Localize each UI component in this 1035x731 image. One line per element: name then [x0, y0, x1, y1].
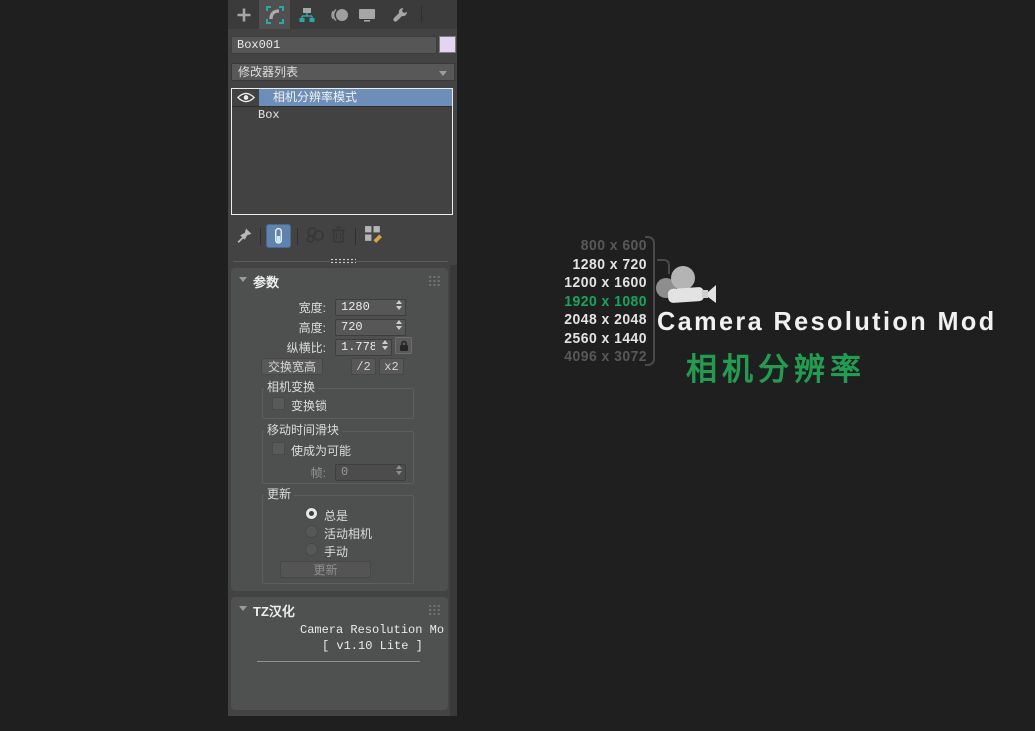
motion-icon — [330, 7, 349, 23]
update-button[interactable]: 更新 — [280, 561, 371, 578]
object-name-input[interactable] — [231, 36, 437, 54]
viewport-background: 修改器列表 相机分辨率模式 Box — [0, 0, 1035, 731]
modifier-list-label: 修改器列表 — [238, 65, 298, 79]
credit-line-2: [ v1.10 Lite ] — [322, 639, 423, 653]
transform-lock-label: 变换锁 — [291, 397, 327, 414]
modifier-stack: 相机分辨率模式 Box — [231, 88, 453, 215]
aspect-lock-button[interactable] — [395, 337, 412, 354]
rollout-collapse-arrow-icon[interactable] — [239, 606, 247, 611]
tool-separator — [355, 228, 356, 245]
promo-subtitle: 相机分辨率 — [686, 344, 866, 389]
transform-lock-checkbox[interactable] — [272, 397, 285, 410]
tool-separator — [297, 228, 298, 245]
rollout-grip-icon[interactable] — [428, 604, 441, 615]
wrench-icon — [392, 7, 408, 23]
rollout-collapse-arrow-icon[interactable] — [239, 277, 247, 282]
trash-icon — [331, 226, 346, 243]
tab-utilities[interactable] — [384, 0, 416, 29]
tab-display[interactable] — [351, 0, 383, 29]
update-group-title: 更新 — [264, 488, 294, 501]
panel-tab-bar — [228, 0, 457, 29]
modify-icon — [266, 6, 284, 24]
modifier-list-dropdown[interactable]: 修改器列表 — [231, 63, 455, 81]
eye-icon[interactable] — [232, 89, 259, 106]
credit-line-1: Camera Resolution Mo — [300, 623, 444, 637]
test-tube-icon — [272, 227, 285, 245]
spinner-arrows-icon[interactable] — [394, 300, 403, 310]
make-possible-label: 使成为可能 — [291, 442, 351, 459]
pin-stack-button[interactable] — [234, 226, 254, 244]
swap-wh-button[interactable]: 交换宽高 — [261, 358, 323, 375]
spinner-arrows-icon[interactable] — [394, 320, 403, 330]
frame-label: 帧: — [271, 464, 326, 481]
height-label: 高度: — [258, 319, 326, 336]
rollout-title[interactable]: 参数 — [253, 272, 279, 291]
frame-spinner[interactable] — [335, 462, 406, 479]
tool-separator — [260, 228, 261, 245]
credit-divider — [257, 661, 420, 662]
configure-modifier-sets-button[interactable] — [363, 225, 384, 244]
configure-sets-icon — [364, 225, 383, 244]
make-unique-button[interactable] — [303, 226, 326, 244]
stack-row-label: 相机分辨率模式 — [259, 89, 452, 106]
rollout-grip-icon[interactable] — [428, 275, 441, 286]
stack-row-modifier[interactable]: 相机分辨率模式 — [232, 89, 452, 107]
make-unique-icon — [304, 226, 325, 244]
tab-hierarchy[interactable] — [291, 0, 323, 29]
resolution-item: 2560 x 1440 — [547, 330, 647, 349]
camera-transform-group-title: 相机变换 — [264, 381, 318, 394]
remove-modifier-button[interactable] — [329, 225, 347, 244]
time-slider-group-title: 移动时间滑块 — [264, 424, 342, 437]
params-rollout: 参数 宽度: 高度: 纵横比: — [231, 268, 448, 591]
resolution-item: 2048 x 2048 — [547, 311, 647, 330]
resolution-list: 800 x 600 1280 x 720 1200 x 1600 1920 x … — [547, 237, 647, 367]
spinner-arrows-icon[interactable] — [394, 465, 403, 475]
update-radio[interactable] — [305, 507, 318, 520]
make-possible-checkbox[interactable] — [272, 442, 285, 455]
command-panel: 修改器列表 相机分辨率模式 Box — [228, 0, 457, 716]
stack-row-base-object[interactable]: Box — [232, 107, 452, 124]
update-radio[interactable] — [305, 525, 318, 538]
double-button[interactable]: x2 — [379, 358, 404, 375]
resolution-item: 1280 x 720 — [547, 256, 647, 275]
splitter-grip[interactable] — [330, 258, 356, 265]
promo-title: Camera Resolution Mod — [657, 306, 997, 337]
spinner-arrows-icon[interactable] — [380, 340, 389, 350]
chevron-down-icon — [439, 71, 447, 76]
object-color-swatch[interactable] — [439, 36, 456, 53]
update-option-label: 活动相机 — [324, 525, 372, 542]
update-option-label: 总是 — [324, 507, 348, 524]
tab-create[interactable] — [229, 0, 258, 29]
tab-modify[interactable] — [259, 0, 290, 29]
hierarchy-icon — [298, 7, 316, 23]
tz-rollout: TZ汉化 Camera Resolution Mo [ v1.10 Lite ] — [231, 597, 448, 710]
rollout-title[interactable]: TZ汉化 — [253, 601, 295, 620]
resolution-item: 1920 x 1080 — [547, 293, 647, 312]
pin-icon — [236, 227, 253, 244]
height-spinner[interactable] — [335, 317, 406, 334]
panel-scrollbar[interactable] — [450, 265, 457, 716]
update-radio[interactable] — [305, 543, 318, 556]
show-end-result-button[interactable] — [266, 224, 291, 248]
width-label: 宽度: — [258, 299, 326, 316]
aspect-label: 纵横比: — [241, 339, 326, 356]
half-button[interactable]: /2 — [351, 358, 376, 375]
update-option-label: 手动 — [324, 543, 348, 560]
lock-icon — [399, 340, 409, 352]
tab-separator — [421, 6, 422, 22]
movie-camera-icon — [653, 263, 719, 306]
plus-icon — [236, 7, 252, 23]
resolution-item: 1200 x 1600 — [547, 274, 647, 293]
resolution-item: 800 x 600 — [547, 237, 647, 256]
aspect-spinner[interactable] — [335, 337, 392, 354]
width-spinner[interactable] — [335, 297, 406, 314]
resolution-item: 4096 x 3072 — [547, 348, 647, 367]
display-icon — [358, 8, 376, 22]
